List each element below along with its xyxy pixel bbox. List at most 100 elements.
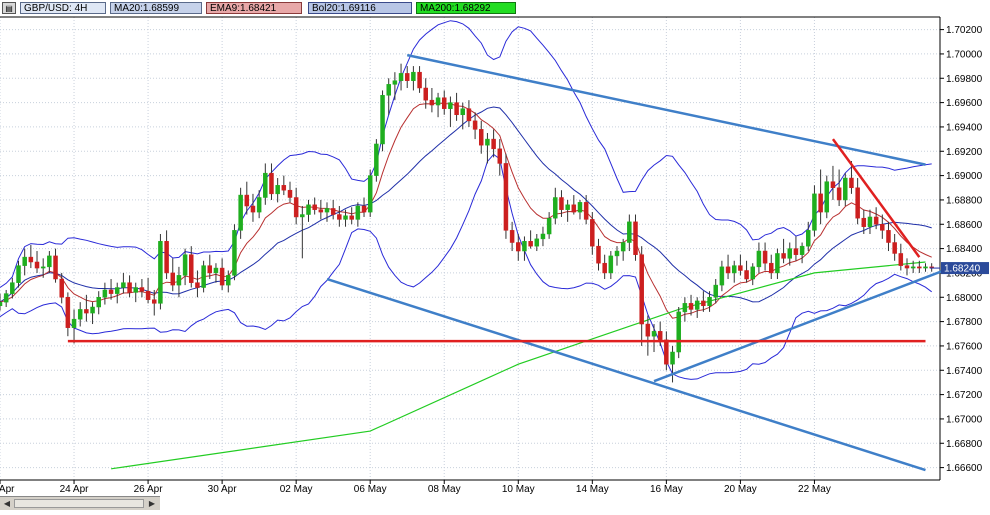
candle [139, 287, 145, 292]
chart-area[interactable]: 1.70200 1.70000 1.69800 1.69600 1.69400 1.692… [0, 0, 990, 510]
candle [392, 80, 398, 85]
candle [861, 217, 867, 227]
candle [207, 265, 213, 274]
y-tick-label: 1.68600 [946, 220, 983, 231]
x-tick-label: 14 May [576, 484, 609, 495]
candle [824, 181, 830, 213]
candle [818, 193, 823, 213]
y-tick-label: 1.67000 [946, 414, 983, 425]
x-tick-label: 26 Apr [134, 484, 164, 495]
candle [491, 138, 496, 150]
candle [596, 245, 601, 264]
candle [361, 205, 367, 213]
ma20-label: MA20:1.68599 [110, 2, 202, 14]
candle [602, 262, 607, 274]
candle [843, 177, 848, 201]
candle [40, 266, 46, 269]
candle [256, 197, 262, 213]
candle [516, 242, 521, 252]
y-tick-label: 1.67800 [946, 317, 983, 328]
candle [762, 250, 768, 264]
y-tick-label: 1.70000 [946, 49, 983, 60]
y-tick-label: 1.69600 [946, 98, 983, 109]
y-tick-label: 1.67600 [946, 341, 983, 352]
candle [201, 265, 206, 288]
candle [923, 266, 928, 269]
candle [898, 253, 904, 266]
candle [53, 255, 58, 280]
candle [590, 219, 595, 247]
candle [528, 241, 533, 247]
candle [429, 99, 435, 106]
candle [349, 215, 354, 220]
candle [694, 300, 700, 310]
candle [380, 95, 385, 145]
candle [127, 282, 132, 293]
candle [448, 102, 453, 109]
candle [725, 266, 731, 274]
candle [608, 255, 614, 274]
candle [281, 185, 287, 191]
candle [306, 204, 311, 215]
candle [892, 242, 897, 254]
y-tick-label: 1.69000 [946, 171, 983, 182]
candle [522, 241, 527, 252]
candle [59, 278, 64, 298]
candle [133, 287, 138, 293]
x-tick-label: 30 Apr [208, 484, 238, 495]
candle [466, 108, 472, 122]
candle [28, 256, 34, 263]
candle [102, 289, 108, 298]
candle [633, 221, 638, 255]
candle [917, 266, 922, 269]
candle [540, 233, 546, 240]
candle [182, 254, 188, 276]
scroll-right-icon[interactable]: ▶ [146, 498, 158, 509]
candle [553, 197, 558, 219]
candle [614, 250, 620, 257]
candle [287, 189, 293, 198]
candle [497, 148, 503, 164]
candle [374, 143, 379, 176]
candle [77, 309, 83, 320]
candle [886, 230, 891, 243]
candle [244, 194, 250, 207]
candle [503, 163, 509, 231]
candle [682, 303, 688, 313]
candle [71, 318, 77, 328]
candle [65, 297, 71, 328]
candle [398, 73, 404, 81]
current-price-label: 1.68240 [944, 264, 981, 275]
candle [337, 214, 342, 220]
candle [873, 216, 879, 225]
chart-icon[interactable]: ▤ [2, 2, 16, 14]
candle [263, 172, 268, 198]
candle [22, 256, 27, 266]
y-tick-label: 1.70200 [946, 25, 983, 36]
scrollbar-thumb[interactable] [14, 499, 144, 508]
candle [719, 266, 725, 286]
candle [793, 248, 799, 255]
candle [386, 84, 391, 96]
candle [96, 297, 101, 308]
candle [114, 287, 120, 294]
candle [546, 217, 552, 235]
candle [769, 262, 774, 274]
candle [713, 284, 718, 298]
scroll-left-icon[interactable]: ◀ [1, 498, 13, 509]
horizontal-scrollbar[interactable]: ◀ ▶ [0, 496, 160, 510]
candle [226, 275, 231, 286]
candle [417, 71, 422, 89]
candle [318, 209, 324, 213]
candle [479, 129, 484, 146]
candle [583, 202, 589, 220]
candle [855, 187, 860, 219]
candle [435, 97, 441, 106]
candle [34, 261, 40, 269]
candle [189, 254, 194, 283]
candle [620, 242, 626, 252]
candle [250, 205, 256, 213]
candle [423, 87, 428, 101]
price-chart-svg[interactable]: 1.70200 1.70000 1.69800 1.69600 1.69400 1.692… [0, 0, 990, 510]
y-tick-label: 1.68400 [946, 244, 983, 255]
